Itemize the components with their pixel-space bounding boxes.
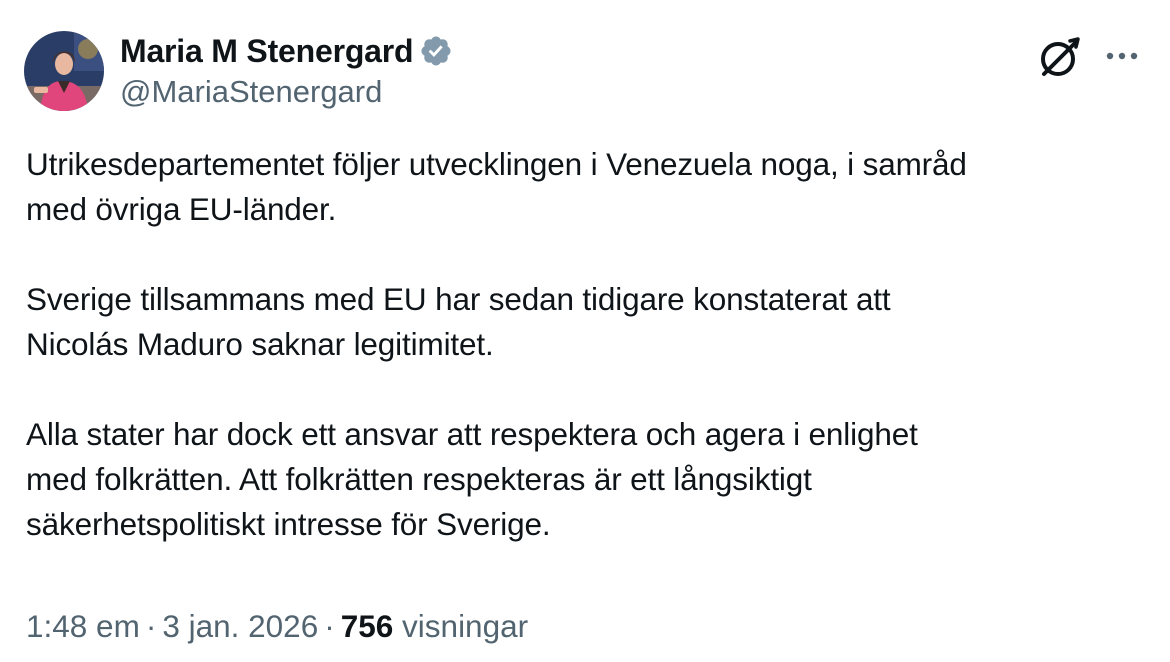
meta-separator: · bbox=[324, 608, 335, 644]
tweet-time[interactable]: 1:48 em bbox=[26, 608, 140, 644]
tweet-line: Utrikesdepartementet följer utvecklingen… bbox=[26, 146, 967, 182]
author-display-name[interactable]: Maria M Stenergard bbox=[120, 30, 414, 72]
meta-separator: · bbox=[145, 608, 157, 644]
more-options-icon bbox=[1106, 52, 1138, 60]
tweet-date[interactable]: 3 jan. 2026 bbox=[162, 608, 318, 644]
views-label: visningar bbox=[402, 608, 529, 644]
tweet-line: Sverige tillsammans med EU har sedan tid… bbox=[26, 281, 891, 317]
tweet: Maria M Stenergard @MariaStenergard Utri… bbox=[0, 0, 1170, 662]
author-name-row: Maria M Stenergard bbox=[120, 30, 453, 72]
tweet-line: Nicolás Maduro saknar legitimitet. bbox=[26, 326, 494, 362]
grok-button[interactable] bbox=[1036, 33, 1084, 81]
avatar-image bbox=[24, 31, 104, 111]
grok-icon bbox=[1041, 37, 1080, 76]
tweet-line: Alla stater har dock ett ansvar att resp… bbox=[26, 416, 918, 452]
tweet-meta: 1:48 em · 3 jan. 2026 · 756 visningar bbox=[26, 604, 528, 648]
tweet-paragraph: Alla stater har dock ett ansvar att resp… bbox=[26, 412, 1156, 547]
more-options-button[interactable] bbox=[1100, 38, 1144, 74]
tweet-line: säkerhetspolitiskt intresse för Sverige. bbox=[26, 506, 551, 542]
tweet-text: Utrikesdepartementet följer utvecklingen… bbox=[26, 142, 1156, 547]
avatar[interactable] bbox=[24, 31, 104, 111]
tweet-line: med folkrätten. Att folkrätten respekter… bbox=[26, 461, 812, 497]
tweet-paragraph: Sverige tillsammans med EU har sedan tid… bbox=[26, 277, 1156, 367]
views-count: 756 bbox=[340, 608, 394, 644]
tweet-line: med övriga EU-länder. bbox=[26, 191, 337, 227]
verified-badge-icon[interactable] bbox=[419, 34, 453, 68]
tweet-paragraph: Utrikesdepartementet följer utvecklingen… bbox=[26, 142, 1156, 232]
author-handle[interactable]: @MariaStenergard bbox=[120, 72, 382, 112]
